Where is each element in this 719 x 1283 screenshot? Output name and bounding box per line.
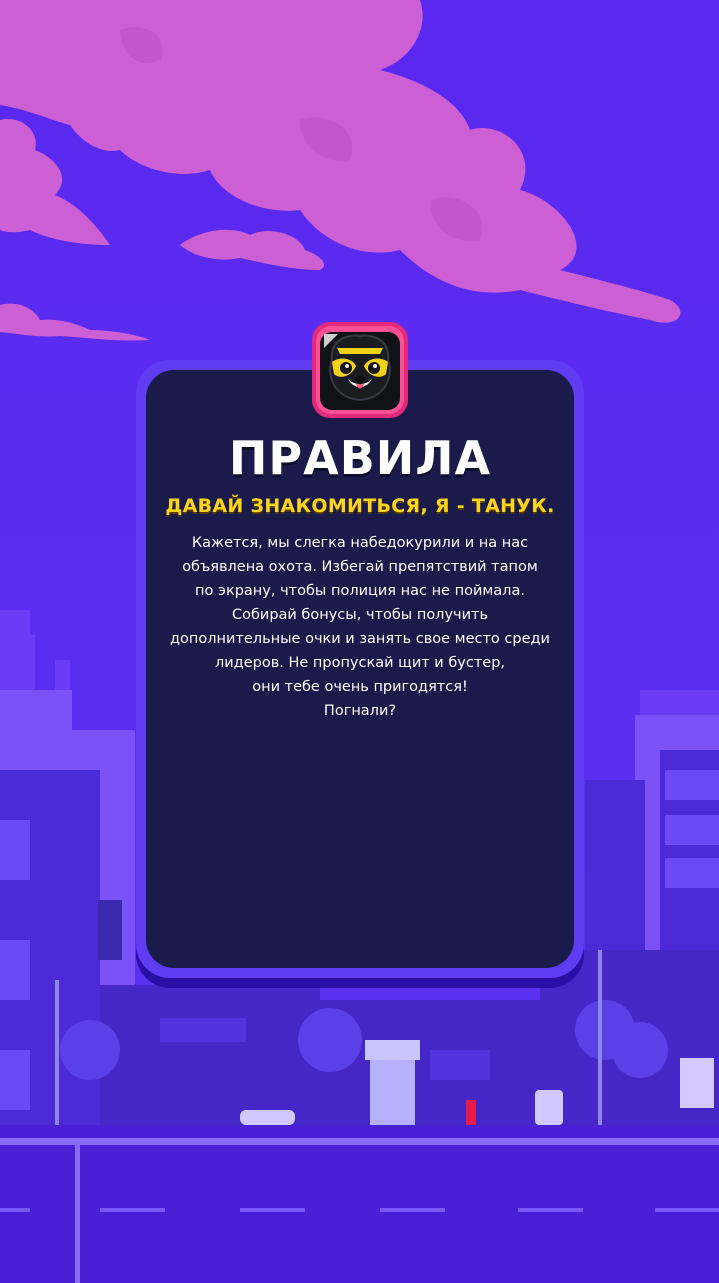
rules-description: Кажется, мы слегка набедокурили и на нас… [160,531,560,723]
rules-line: по экрану, чтобы полиция нас не поймала. [195,583,525,599]
rules-line: они тебе очень пригодятся! [252,679,468,695]
rules-line: лидеров. Не пропускай щит и бустер, [214,655,506,671]
rules-line: Собирай бонусы, чтобы получить [231,607,489,623]
rules-line: объявлена охота. Избегай препятствий тап… [182,559,538,575]
rules-subtitle: ДАВАЙ ЗНАКОМИТЬСЯ, Я - ТАНУК. [165,495,555,517]
rules-line: дополнительные очки и занять свое место … [170,631,550,647]
rules-title: ПРАВИЛА [228,431,492,485]
raccoon-app-icon [312,322,408,418]
rules-line: Кажется, мы слегка набедокурили и на нас [191,535,529,551]
raccoon-face-icon [329,334,391,402]
rules-line: Погнали? [323,703,397,719]
